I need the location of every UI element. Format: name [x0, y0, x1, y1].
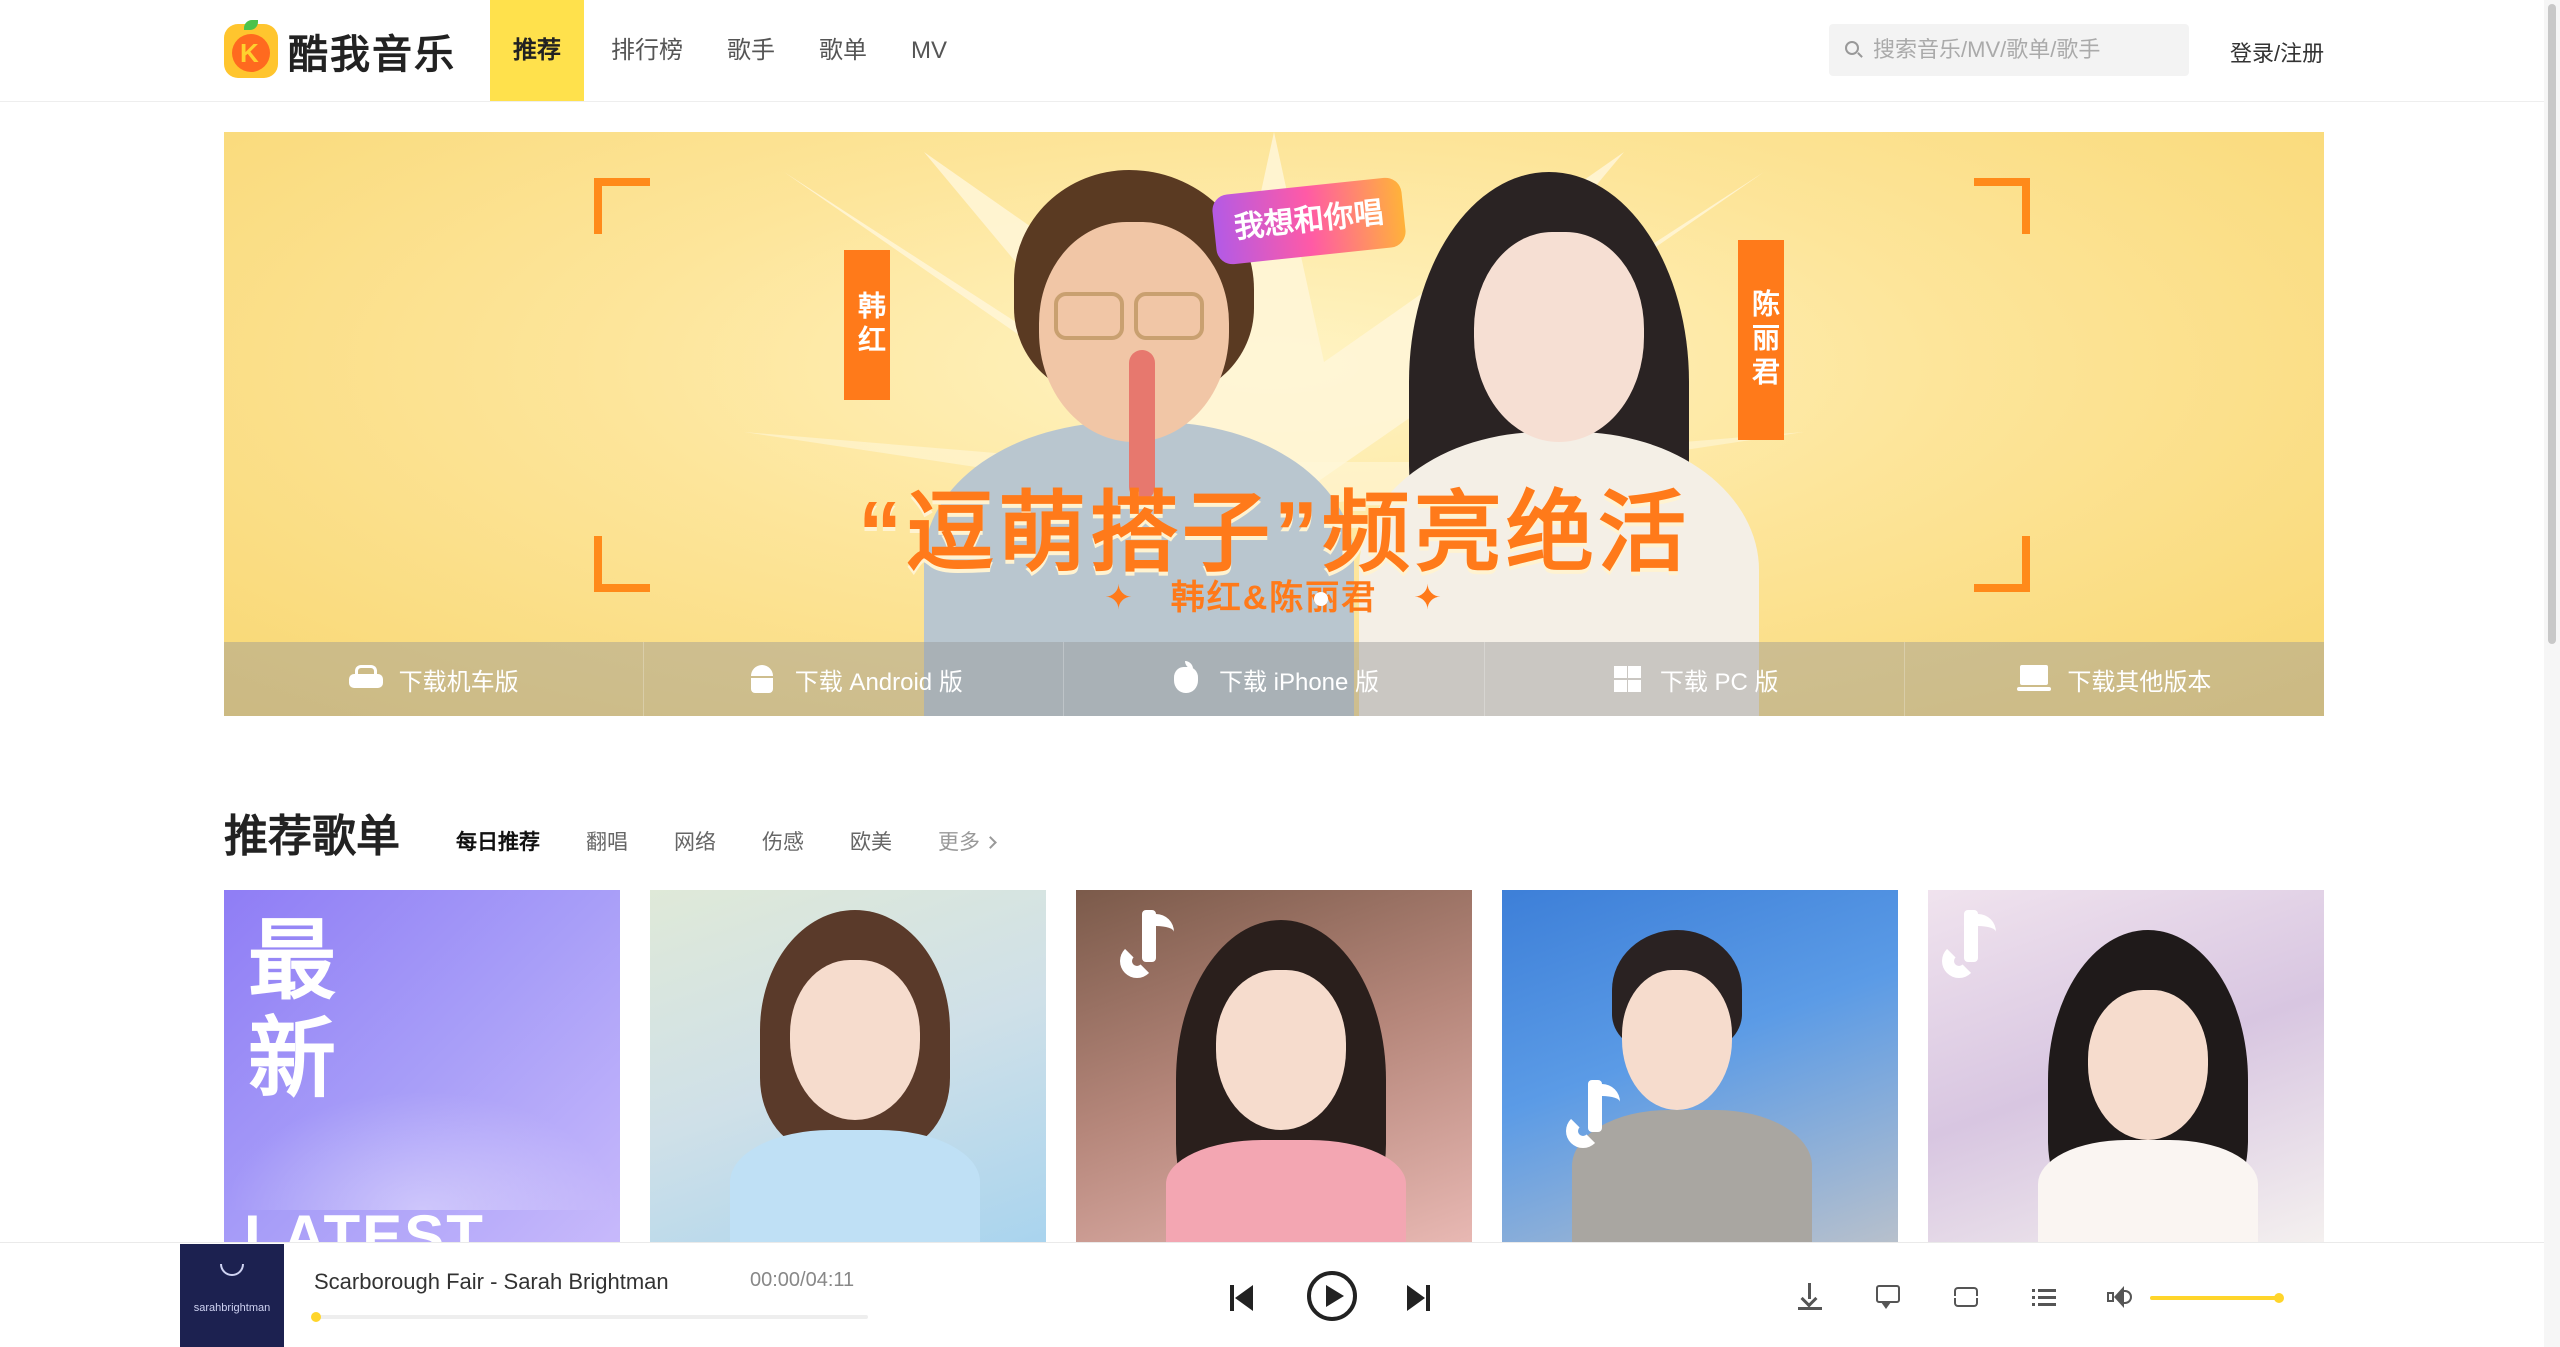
tab-sad[interactable]: 伤感	[762, 826, 804, 856]
tiktok-icon	[1116, 910, 1176, 982]
song-title[interactable]: Scarborough Fair - Sarah Brightman	[314, 1269, 669, 1295]
carousel-dot[interactable]	[1314, 592, 1328, 606]
volume-knob[interactable]	[2274, 1293, 2284, 1303]
logo-text: 酷我音乐	[288, 33, 456, 77]
download-iphone-button[interactable]: 下载 iPhone 版	[1064, 642, 1485, 716]
card-big-text: 最新	[248, 911, 337, 1108]
tiktok-icon	[1938, 910, 1998, 982]
name-tag-left: 韩红	[844, 250, 890, 400]
tab-cover[interactable]: 翻唱	[586, 826, 628, 856]
playlist-card[interactable]	[1502, 890, 1898, 1242]
download-bar: 下载机车版 下载 Android 版 下载 iPhone 版 下载 PC 版 下…	[224, 642, 2324, 716]
laptop-icon	[2017, 665, 2052, 693]
nav-item-singers[interactable]: 歌手	[705, 0, 797, 101]
search-box[interactable]	[1829, 24, 2189, 76]
playlist-card[interactable]: 最新 LATEST	[224, 890, 620, 1242]
search-input[interactable]	[1873, 37, 2173, 63]
comment-icon[interactable]	[1874, 1283, 1902, 1311]
apple-icon	[1169, 661, 1203, 693]
download-other-button[interactable]: 下载其他版本	[1905, 642, 2324, 716]
kuwo-logo-icon: K	[224, 20, 278, 78]
progress-bar[interactable]	[311, 1312, 868, 1322]
download-android-button[interactable]: 下载 Android 版	[644, 642, 1065, 716]
logo[interactable]: K 酷我音乐	[224, 20, 456, 80]
album-cover[interactable]: sarahbrightman	[180, 1244, 284, 1347]
progress-knob[interactable]	[311, 1312, 321, 1322]
windows-icon	[1610, 665, 1644, 693]
time-display: 00:00/04:11	[750, 1269, 855, 1291]
top-header: K 酷我音乐 推荐 排行榜 歌手 歌单 MV 登录/注册	[0, 0, 2560, 102]
playlist-card[interactable]	[1928, 890, 2324, 1242]
banner-subline: ✦ 韩红&陈丽君 ✦	[1104, 579, 1444, 617]
download-pc-button[interactable]: 下载 PC 版	[1485, 642, 1905, 716]
nav-item-mv[interactable]: MV	[889, 0, 969, 101]
playlist-icon[interactable]	[2030, 1283, 2058, 1311]
playlist-tabs: 每日推荐 翻唱 网络 伤感 欧美 更多	[452, 826, 1041, 856]
chevron-right-icon	[984, 836, 997, 849]
tab-network[interactable]: 网络	[674, 826, 716, 856]
download-car-button[interactable]: 下载机车版	[224, 642, 645, 716]
download-icon[interactable]	[1796, 1283, 1824, 1311]
tab-daily[interactable]: 每日推荐	[452, 826, 544, 856]
nav-item-recommend[interactable]: 推荐	[490, 0, 584, 101]
section-title: 推荐歌单	[224, 812, 400, 861]
loop-icon[interactable]	[1952, 1283, 1980, 1311]
more-link[interactable]: 更多	[938, 826, 997, 856]
tab-western[interactable]: 欧美	[850, 826, 892, 856]
frame-corner	[1974, 178, 2030, 234]
car-icon	[348, 665, 383, 693]
android-icon	[745, 665, 779, 693]
volume-slider[interactable]	[2150, 1293, 2284, 1303]
play-icon[interactable]	[1307, 1271, 1357, 1321]
search-icon	[1845, 41, 1863, 59]
login-register-link[interactable]: 登录/注册	[2230, 36, 2324, 68]
main-nav: 推荐 排行榜 歌手 歌单 MV	[490, 0, 969, 101]
volume-icon[interactable]	[2106, 1283, 2134, 1311]
next-icon[interactable]	[1406, 1285, 1430, 1311]
previous-icon[interactable]	[1230, 1285, 1254, 1311]
playlist-card[interactable]	[1076, 890, 1472, 1242]
nav-item-playlists[interactable]: 歌单	[797, 0, 889, 101]
card-sub-text: LATEST	[244, 1203, 485, 1242]
player-bar: sarahbrightman Scarborough Fair - Sarah …	[0, 1242, 2560, 1347]
tiktok-icon	[1562, 1080, 1622, 1152]
hero-banner[interactable]: 韩红 陈丽君 我想和你唱 “逗萌搭子”频亮绝活 ✦ 韩红&陈丽君 ✦ 下载机车版 下…	[224, 132, 2324, 716]
page-scrollbar[interactable]	[2544, 0, 2560, 1347]
name-tag-right: 陈丽君	[1738, 240, 1784, 440]
nav-item-charts[interactable]: 排行榜	[589, 0, 705, 101]
playlist-card[interactable]	[650, 890, 1046, 1242]
frame-corner	[594, 178, 650, 234]
playlist-cards: 最新 LATEST	[224, 890, 2324, 1242]
